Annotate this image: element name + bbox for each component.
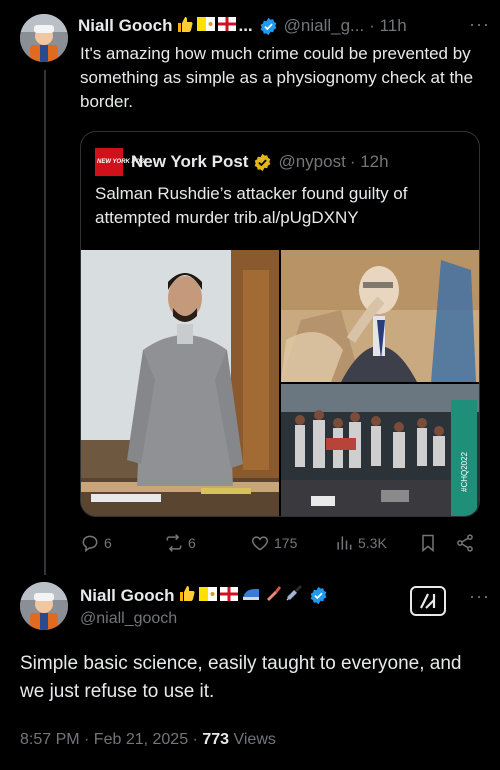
display-name[interactable]: Niall Gooch [78, 16, 172, 36]
share-button[interactable] [455, 533, 475, 553]
avatar[interactable] [20, 14, 68, 62]
grok-button[interactable] [410, 586, 446, 616]
verified-gold-badge-icon[interactable] [253, 153, 272, 172]
verified-badge-icon[interactable] [259, 17, 278, 36]
quoted-tweet-text: Salman Rushdie’s attacker found guilty o… [95, 184, 408, 227]
tweet-header: Niall Gooch ... @niall_g... · 11h ··· [78, 14, 490, 38]
courtroom-defendant-photo[interactable] [81, 250, 279, 517]
like-count: 175 [274, 535, 298, 551]
thread-connector-line [44, 70, 46, 575]
quoted-tweet-header: NEW YORK POST New York Post @nypost · 12… [95, 148, 389, 176]
reply-count: 6 [104, 535, 112, 551]
england-flag-icon [220, 586, 239, 606]
repost-button[interactable]: 6 [164, 533, 196, 553]
thumbs-up-icon [176, 15, 194, 38]
reply-button[interactable]: 6 [80, 533, 112, 553]
name-emojis [178, 584, 303, 607]
lipstick-icon [264, 584, 282, 607]
repost-count: 6 [188, 535, 196, 551]
name-emojis [176, 15, 237, 38]
vatican-flag-icon [199, 586, 218, 606]
main-tweet-text: Simple basic science, easily taught to e… [20, 653, 462, 702]
post-timestamp[interactable]: 8:57 PM · Feb 21, 2025 · [20, 731, 202, 748]
views-label: Views [229, 731, 276, 748]
courtroom-sketch[interactable] [281, 250, 480, 382]
verified-badge-icon[interactable] [309, 586, 328, 605]
vatican-flag-icon [197, 16, 216, 36]
timestamp[interactable]: · 11h [369, 16, 407, 36]
repost-icon [166, 534, 182, 552]
quoted-handle[interactable]: @nypost [278, 152, 345, 172]
reply-icon [82, 535, 98, 553]
more-options-button[interactable]: ··· [469, 586, 490, 607]
like-button[interactable]: 175 [250, 533, 297, 553]
analytics-icon [337, 536, 352, 550]
views-button[interactable]: 5.3K [334, 533, 387, 553]
bookmark-icon [422, 534, 434, 553]
share-icon [457, 534, 473, 552]
handle[interactable]: @niall_gooch [80, 610, 177, 628]
main-tweet-name-row: Niall Gooch [80, 584, 328, 607]
main-tweet-header: Niall Gooch @niall_gooch ··· [80, 582, 490, 628]
tweet-metadata: 8:57 PM · Feb 21, 2025 · 773 Views [20, 731, 276, 749]
avatar-image [20, 582, 68, 630]
view-count: 5.3K [358, 535, 387, 551]
more-options-button[interactable]: ··· [469, 14, 490, 35]
svg-text:#CHQ2022: #CHQ2022 [460, 451, 469, 492]
england-flag-icon [218, 16, 237, 36]
views-count: 773 [202, 731, 230, 748]
avatar-image [20, 14, 68, 62]
nypost-logo[interactable]: NEW YORK POST [95, 148, 148, 176]
tweet-text: It's amazing how much crime could be pre… [80, 44, 474, 111]
tweet-action-bar: 6 6 175 5.3K [80, 530, 485, 558]
quoted-media-grid: #CHQ2022 [81, 250, 480, 517]
iron-icon [241, 585, 261, 606]
name-ellipsis: ... [238, 16, 253, 35]
avatar[interactable] [20, 582, 68, 630]
stage-attack-scene-photo[interactable]: #CHQ2022 [281, 384, 480, 517]
quoted-tweet-card[interactable]: NEW YORK POST New York Post @nypost · 12… [80, 131, 480, 517]
quoted-display-name[interactable]: New York Post [131, 152, 248, 172]
grok-icon [420, 593, 436, 609]
quoted-timestamp[interactable]: · 12h [350, 152, 389, 172]
syringe-icon [285, 584, 303, 607]
thumbs-up-icon [178, 584, 196, 607]
heart-icon [251, 536, 269, 551]
display-name[interactable]: Niall Gooch [80, 586, 174, 606]
handle[interactable]: @niall_g... [284, 16, 365, 36]
bookmark-button[interactable] [418, 533, 438, 553]
